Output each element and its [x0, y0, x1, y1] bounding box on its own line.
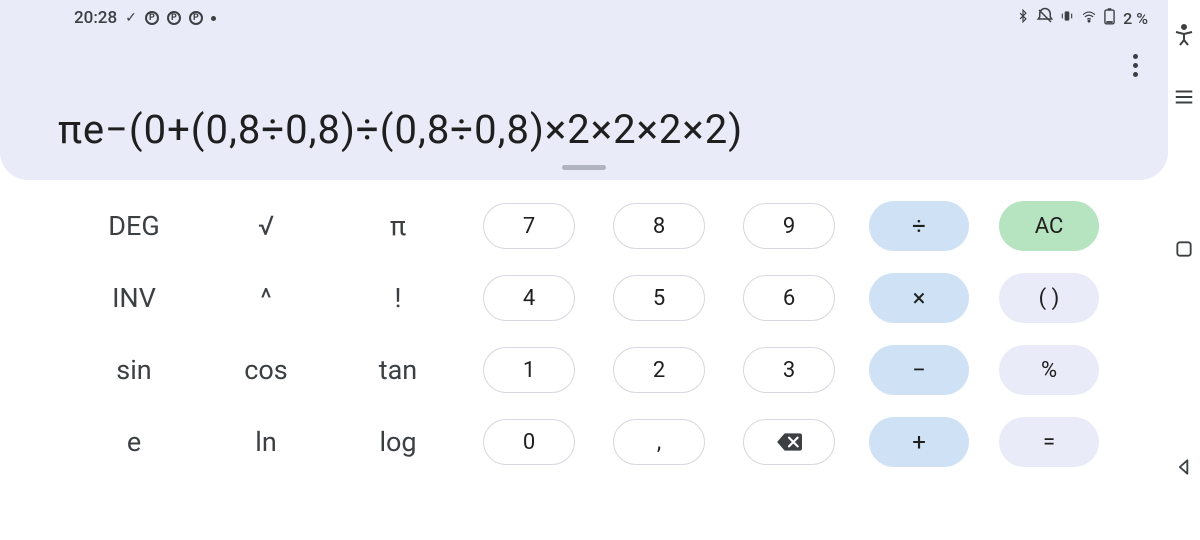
- bluetooth-icon: [1016, 7, 1030, 29]
- mute-icon: [1036, 7, 1054, 29]
- fn-factorial-button[interactable]: !: [332, 282, 464, 314]
- digit-1-button[interactable]: 1: [483, 347, 575, 393]
- wifi-icon: [1080, 9, 1098, 28]
- fn-sin-button[interactable]: sin: [68, 354, 200, 386]
- parentheses-button[interactable]: ( ): [999, 273, 1099, 323]
- fn-power-button[interactable]: ^: [200, 282, 332, 314]
- digit-8-button[interactable]: 8: [613, 203, 705, 249]
- decimal-button[interactable]: ,: [613, 419, 705, 465]
- statusbar: 20:28 ✓ P P P: [0, 0, 1168, 36]
- fn-cos-button[interactable]: cos: [200, 354, 332, 386]
- add-button[interactable]: +: [869, 417, 969, 467]
- fn-e-button[interactable]: e: [68, 426, 200, 458]
- calculator-display: πe−(0+(0,8÷0,8)÷(0,8÷0,8)×2×2×2×2): [0, 36, 1168, 180]
- vibrate-icon: [1060, 8, 1074, 28]
- pinterest-icon: P: [145, 11, 159, 25]
- pinterest-icon: P: [189, 11, 203, 25]
- system-nav-bar: [1168, 0, 1200, 540]
- fn-inv-button[interactable]: INV: [68, 282, 200, 314]
- battery-icon: [1104, 8, 1115, 29]
- equals-button[interactable]: =: [999, 417, 1099, 467]
- digit-0-button[interactable]: 0: [483, 419, 575, 465]
- more-notif-dot-icon: [211, 16, 216, 21]
- clock: 20:28: [74, 8, 117, 28]
- drag-handle[interactable]: [562, 165, 606, 170]
- digit-4-button[interactable]: 4: [483, 275, 575, 321]
- subtract-button[interactable]: −: [869, 345, 969, 395]
- pinterest-icon: P: [167, 11, 181, 25]
- digit-2-button[interactable]: 2: [613, 347, 705, 393]
- digit-9-button[interactable]: 9: [743, 203, 835, 249]
- digit-3-button[interactable]: 3: [743, 347, 835, 393]
- square-nav-icon[interactable]: [1171, 236, 1197, 262]
- digit-7-button[interactable]: 7: [483, 203, 575, 249]
- back-nav-icon[interactable]: [1171, 454, 1197, 480]
- digit-6-button[interactable]: 6: [743, 275, 835, 321]
- expression-text[interactable]: πe−(0+(0,8÷0,8)÷(0,8÷0,8)×2×2×2×2): [0, 36, 1168, 183]
- fn-sqrt-button[interactable]: √: [200, 210, 332, 242]
- percent-button[interactable]: %: [999, 345, 1099, 395]
- accessibility-icon[interactable]: [1171, 22, 1197, 48]
- fn-tan-button[interactable]: tan: [332, 354, 464, 386]
- check-icon: ✓: [125, 10, 137, 26]
- keypad: DEG √ π 7 8 9 ÷ AC INV ^ ! 4 5 6 × ( ): [0, 180, 1168, 540]
- fn-deg-button[interactable]: DEG: [68, 210, 200, 242]
- multiply-button[interactable]: ×: [869, 273, 969, 323]
- digit-5-button[interactable]: 5: [613, 275, 705, 321]
- fn-ln-button[interactable]: ln: [200, 426, 332, 458]
- overflow-menu-button[interactable]: [1133, 54, 1138, 77]
- fn-log-button[interactable]: log: [332, 426, 464, 458]
- battery-percent: 2 %: [1123, 9, 1148, 28]
- menu-icon[interactable]: [1171, 84, 1197, 110]
- ac-button[interactable]: AC: [999, 201, 1099, 251]
- divide-button[interactable]: ÷: [869, 201, 969, 251]
- fn-pi-button[interactable]: π: [332, 210, 464, 242]
- backspace-button[interactable]: [743, 419, 835, 465]
